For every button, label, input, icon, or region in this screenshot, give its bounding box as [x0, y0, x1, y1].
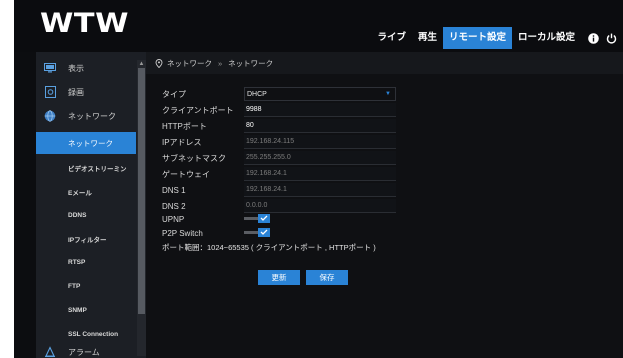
upnp-toggle[interactable] — [244, 213, 272, 223]
alarm-icon — [44, 346, 56, 358]
client-port-label: クライアントポート — [162, 105, 234, 115]
http-port-input[interactable]: 80 — [244, 119, 396, 133]
subnet-mask-input[interactable]: 255.255.255.0 — [244, 151, 396, 165]
breadcrumb-current: ネットワーク — [228, 58, 274, 68]
info-icon[interactable] — [587, 32, 599, 44]
app-window: WTW ライブ 再生 リモート設定 ローカル設定 表示 録画 ネットワーク ネッ… — [14, 0, 623, 358]
sidebar-item-email[interactable]: Eメール — [36, 180, 136, 204]
ip-address-input[interactable]: 192.168.24.115 — [244, 135, 396, 149]
globe-icon — [44, 110, 56, 122]
dns1-row: DNS 1 192.168.24.1 — [162, 183, 396, 197]
nav-remote-settings[interactable]: リモート設定 — [442, 27, 512, 49]
sidebar-item-record[interactable]: 録画 — [36, 80, 136, 104]
nav-live[interactable]: ライブ — [371, 27, 412, 49]
client-port-row: クライアントポート 9988 — [162, 103, 396, 117]
sidebar-item-ftp[interactable]: FTP — [36, 274, 136, 298]
record-icon — [44, 86, 56, 98]
gateway-input[interactable]: 192.168.24.1 — [244, 167, 396, 181]
ip-address-row: IPアドレス 192.168.24.115 — [162, 135, 396, 149]
nav-playback[interactable]: 再生 — [412, 27, 443, 49]
p2p-toggle[interactable] — [244, 227, 272, 237]
save-button[interactable]: 保存 — [306, 270, 348, 285]
sidebar-item-label: アラーム — [68, 347, 100, 357]
refresh-button[interactable]: 更新 — [258, 270, 300, 285]
gateway-row: ゲートウェイ 192.168.24.1 — [162, 167, 396, 181]
p2p-row: P2P Switch — [162, 226, 270, 240]
monitor-icon — [44, 62, 56, 74]
breadcrumb-separator: » — [218, 58, 223, 68]
main-content: ネットワーク » ネットワーク タイプ DHCP ▼ クライアントポート 998… — [146, 52, 623, 358]
dns1-input[interactable]: 192.168.24.1 — [244, 183, 396, 197]
sidebar-item-ip-filter[interactable]: IPフィルター — [36, 227, 136, 251]
nav-local-settings[interactable]: ローカル設定 — [512, 27, 581, 49]
upnp-label: UPNP — [162, 214, 185, 224]
type-select-value: DHCP — [247, 90, 267, 98]
sidebar-scrollbar[interactable]: ▲ — [137, 60, 146, 356]
sidebar-item-display[interactable]: 表示 — [36, 56, 136, 80]
sidebar-item-label: 録画 — [68, 87, 84, 97]
dns2-row: DNS 2 0.0.0.0 — [162, 199, 396, 213]
sidebar-scroll-thumb[interactable] — [138, 68, 145, 314]
power-icon[interactable] — [605, 32, 617, 44]
breadcrumb-parent[interactable]: ネットワーク — [167, 58, 212, 69]
sidebar-item-label: 表示 — [68, 63, 84, 73]
http-port-row: HTTPポート 80 — [162, 119, 396, 133]
sidebar-item-network-group[interactable]: ネットワーク — [36, 104, 136, 128]
upnp-row: UPNP — [162, 212, 270, 226]
dns2-input[interactable]: 0.0.0.0 — [244, 199, 396, 213]
check-icon — [258, 213, 270, 223]
type-select[interactable]: DHCP ▼ — [244, 87, 396, 101]
dns1-label: DNS 1 — [162, 185, 186, 195]
chevron-down-icon: ▼ — [385, 91, 391, 97]
check-icon — [258, 227, 270, 237]
subnet-mask-label: サブネットマスク — [162, 153, 226, 163]
sidebar-item-alarm[interactable]: アラーム — [36, 340, 136, 358]
app-logo: WTW — [40, 8, 130, 39]
sidebar: 表示 録画 ネットワーク ネットワーク ビデオストリーミン Eメール DDNS … — [36, 52, 146, 358]
ip-address-label: IPアドレス — [162, 137, 202, 147]
sidebar-item-rtsp[interactable]: RTSP — [36, 250, 136, 274]
main-nav: ライブ 再生 リモート設定 ローカル設定 — [371, 27, 617, 49]
client-port-input[interactable]: 9988 — [244, 103, 396, 117]
toggle-track — [244, 216, 258, 220]
toggle-track — [244, 230, 258, 234]
sidebar-item-snmp[interactable]: SNMP — [36, 298, 136, 322]
sidebar-item-label: ネットワーク — [68, 111, 116, 121]
dns2-label: DNS 2 — [162, 201, 186, 211]
sidebar-item-video-streaming[interactable]: ビデオストリーミン — [36, 156, 136, 180]
type-label: タイプ — [162, 89, 186, 99]
breadcrumb: ネットワーク » ネットワーク — [146, 52, 623, 74]
port-range-note: ポート範囲：1024~65535 ( クライアントポート , HTTPポート ) — [162, 243, 376, 252]
chevron-up-icon[interactable]: ▲ — [138, 60, 145, 68]
location-pin-icon — [155, 58, 163, 68]
http-port-label: HTTPポート — [162, 121, 207, 131]
p2p-label: P2P Switch — [162, 228, 203, 238]
subnet-mask-row: サブネットマスク 255.255.255.0 — [162, 151, 396, 165]
type-row: タイプ DHCP ▼ — [162, 87, 396, 101]
gateway-label: ゲートウェイ — [162, 169, 210, 179]
top-header: WTW ライブ 再生 リモート設定 ローカル設定 — [14, 0, 623, 52]
sidebar-item-network[interactable]: ネットワーク — [36, 132, 136, 154]
sidebar-item-ddns[interactable]: DDNS — [36, 203, 136, 227]
